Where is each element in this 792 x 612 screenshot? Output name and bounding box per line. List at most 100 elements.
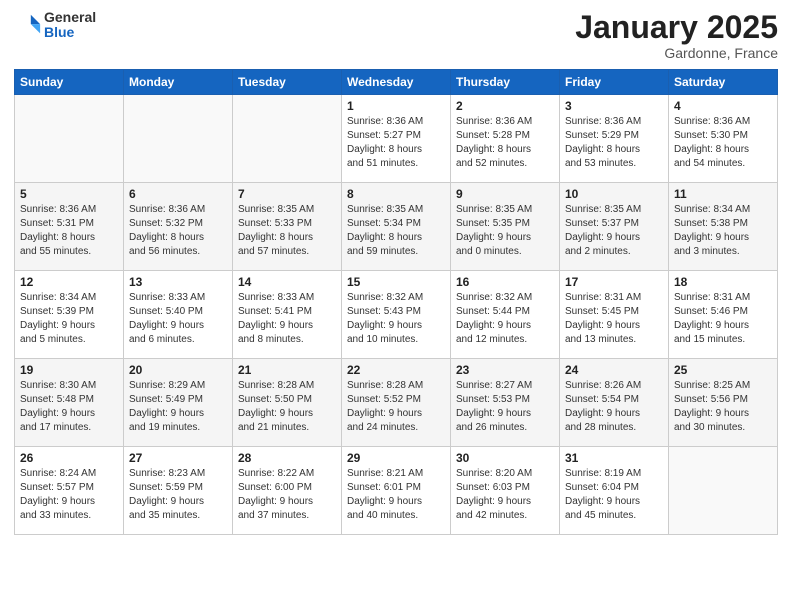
col-sunday: Sunday (15, 70, 124, 95)
day-info: Sunrise: 8:36 AM Sunset: 5:29 PM Dayligh… (565, 115, 663, 171)
day-number: 1 (347, 99, 445, 113)
table-row: 10 Sunrise: 8:35 AM Sunset: 5:37 PM Dayli… (560, 183, 669, 271)
day-number: 7 (238, 187, 336, 201)
logo-general: General (44, 10, 96, 25)
day-info: Sunrise: 8:31 AM Sunset: 5:45 PM Dayligh… (565, 291, 663, 347)
table-row: 6 Sunrise: 8:36 AM Sunset: 5:32 PM Daylig… (124, 183, 233, 271)
day-info: Sunrise: 8:26 AM Sunset: 5:54 PM Dayligh… (565, 379, 663, 435)
table-row: 1 Sunrise: 8:36 AM Sunset: 5:27 PM Daylig… (342, 95, 451, 183)
day-info: Sunrise: 8:27 AM Sunset: 5:53 PM Dayligh… (456, 379, 554, 435)
day-number: 21 (238, 363, 336, 377)
day-info: Sunrise: 8:35 AM Sunset: 5:34 PM Dayligh… (347, 203, 445, 259)
logo: General Blue (14, 10, 96, 41)
table-row: 17 Sunrise: 8:31 AM Sunset: 5:45 PM Dayli… (560, 271, 669, 359)
table-row: 14 Sunrise: 8:33 AM Sunset: 5:41 PM Dayli… (233, 271, 342, 359)
month-title: January 2025 (575, 10, 778, 45)
day-info: Sunrise: 8:36 AM Sunset: 5:27 PM Dayligh… (347, 115, 445, 171)
table-row: 22 Sunrise: 8:28 AM Sunset: 5:52 PM Dayli… (342, 359, 451, 447)
table-row: 2Sunrise: 8:36 AM Sunset: 5:28 PM Daylig… (451, 95, 560, 183)
header: General Blue January 2025 Gardonne, Fran… (14, 10, 778, 61)
table-row: 7 Sunrise: 8:35 AM Sunset: 5:33 PM Daylig… (233, 183, 342, 271)
day-number: 27 (129, 451, 227, 465)
day-info: Sunrise: 8:36 AM Sunset: 5:31 PM Dayligh… (20, 203, 118, 259)
day-number: 4 (674, 99, 772, 113)
table-row (124, 95, 233, 183)
day-number: 30 (456, 451, 554, 465)
table-row: 5 Sunrise: 8:36 AM Sunset: 5:31 PM Daylig… (15, 183, 124, 271)
calendar-week-row: 1 Sunrise: 8:36 AM Sunset: 5:27 PM Daylig… (15, 95, 778, 183)
day-number: 20 (129, 363, 227, 377)
day-number: 19 (20, 363, 118, 377)
table-row (233, 95, 342, 183)
day-info: Sunrise: 8:35 AM Sunset: 5:37 PM Dayligh… (565, 203, 663, 259)
day-number: 16 (456, 275, 554, 289)
day-info: Sunrise: 8:35 AM Sunset: 5:35 PM Dayligh… (456, 203, 554, 259)
logo-icon (14, 11, 42, 39)
day-info: Sunrise: 8:19 AM Sunset: 6:04 PM Dayligh… (565, 467, 663, 523)
table-row: 25 Sunrise: 8:25 AM Sunset: 5:56 PM Dayli… (669, 359, 778, 447)
col-friday: Friday (560, 70, 669, 95)
day-number: 14 (238, 275, 336, 289)
day-info: Sunrise: 8:35 AM Sunset: 5:33 PM Dayligh… (238, 203, 336, 259)
col-wednesday: Wednesday (342, 70, 451, 95)
day-number: 3 (565, 99, 663, 113)
table-row: 9 Sunrise: 8:35 AM Sunset: 5:35 PM Daylig… (451, 183, 560, 271)
day-info: Sunrise: 8:33 AM Sunset: 5:41 PM Dayligh… (238, 291, 336, 347)
day-number: 9 (456, 187, 554, 201)
calendar-week-row: 5 Sunrise: 8:36 AM Sunset: 5:31 PM Daylig… (15, 183, 778, 271)
col-monday: Monday (124, 70, 233, 95)
location-title: Gardonne, France (575, 45, 778, 61)
day-number: 31 (565, 451, 663, 465)
table-row: 15 Sunrise: 8:32 AM Sunset: 5:43 PM Dayli… (342, 271, 451, 359)
day-info: Sunrise: 8:25 AM Sunset: 5:56 PM Dayligh… (674, 379, 772, 435)
day-number: 28 (238, 451, 336, 465)
day-info: Sunrise: 8:24 AM Sunset: 5:57 PM Dayligh… (20, 467, 118, 523)
logo-blue: Blue (44, 25, 96, 40)
day-info: Sunrise: 8:21 AM Sunset: 6:01 PM Dayligh… (347, 467, 445, 523)
table-row (669, 447, 778, 535)
table-row: 16 Sunrise: 8:32 AM Sunset: 5:44 PM Dayli… (451, 271, 560, 359)
table-row: 27 Sunrise: 8:23 AM Sunset: 5:59 PM Dayli… (124, 447, 233, 535)
title-block: January 2025 Gardonne, France (575, 10, 778, 61)
day-info: Sunrise: 8:20 AM Sunset: 6:03 PM Dayligh… (456, 467, 554, 523)
table-row: 28 Sunrise: 8:22 AM Sunset: 6:00 PM Dayli… (233, 447, 342, 535)
table-row: 11Sunrise: 8:34 AM Sunset: 5:38 PM Dayli… (669, 183, 778, 271)
table-row: 12 Sunrise: 8:34 AM Sunset: 5:39 PM Dayli… (15, 271, 124, 359)
day-number: 6 (129, 187, 227, 201)
table-row: 24 Sunrise: 8:26 AM Sunset: 5:54 PM Dayli… (560, 359, 669, 447)
day-info: Sunrise: 8:23 AM Sunset: 5:59 PM Dayligh… (129, 467, 227, 523)
day-info: Sunrise: 8:32 AM Sunset: 5:43 PM Dayligh… (347, 291, 445, 347)
day-info: Sunrise: 8:34 AM Sunset: 5:38 PM Dayligh… (674, 203, 772, 259)
day-info: Sunrise: 8:32 AM Sunset: 5:44 PM Dayligh… (456, 291, 554, 347)
day-info: Sunrise: 8:34 AM Sunset: 5:39 PM Dayligh… (20, 291, 118, 347)
day-number: 5 (20, 187, 118, 201)
table-row: 19Sunrise: 8:30 AM Sunset: 5:48 PM Dayli… (15, 359, 124, 447)
day-number: 29 (347, 451, 445, 465)
col-tuesday: Tuesday (233, 70, 342, 95)
day-number: 2 (456, 99, 554, 113)
day-number: 25 (674, 363, 772, 377)
table-row: 26 Sunrise: 8:24 AM Sunset: 5:57 PM Dayli… (15, 447, 124, 535)
table-row: 3 Sunrise: 8:36 AM Sunset: 5:29 PM Daylig… (560, 95, 669, 183)
table-row: 21Sunrise: 8:28 AM Sunset: 5:50 PM Dayli… (233, 359, 342, 447)
table-row: 18Sunrise: 8:31 AM Sunset: 5:46 PM Dayli… (669, 271, 778, 359)
day-number: 17 (565, 275, 663, 289)
calendar-header-row: Sunday Monday Tuesday Wednesday Thursday… (15, 70, 778, 95)
calendar: Sunday Monday Tuesday Wednesday Thursday… (14, 69, 778, 535)
table-row: 8 Sunrise: 8:35 AM Sunset: 5:34 PM Daylig… (342, 183, 451, 271)
day-info: Sunrise: 8:36 AM Sunset: 5:32 PM Dayligh… (129, 203, 227, 259)
day-number: 8 (347, 187, 445, 201)
day-number: 24 (565, 363, 663, 377)
logo-text: General Blue (44, 10, 96, 41)
day-info: Sunrise: 8:22 AM Sunset: 6:00 PM Dayligh… (238, 467, 336, 523)
day-number: 13 (129, 275, 227, 289)
day-number: 10 (565, 187, 663, 201)
day-number: 22 (347, 363, 445, 377)
calendar-week-row: 26 Sunrise: 8:24 AM Sunset: 5:57 PM Dayli… (15, 447, 778, 535)
day-info: Sunrise: 8:31 AM Sunset: 5:46 PM Dayligh… (674, 291, 772, 347)
day-info: Sunrise: 8:28 AM Sunset: 5:52 PM Dayligh… (347, 379, 445, 435)
day-number: 15 (347, 275, 445, 289)
table-row: 31 Sunrise: 8:19 AM Sunset: 6:04 PM Dayli… (560, 447, 669, 535)
day-number: 12 (20, 275, 118, 289)
day-number: 26 (20, 451, 118, 465)
